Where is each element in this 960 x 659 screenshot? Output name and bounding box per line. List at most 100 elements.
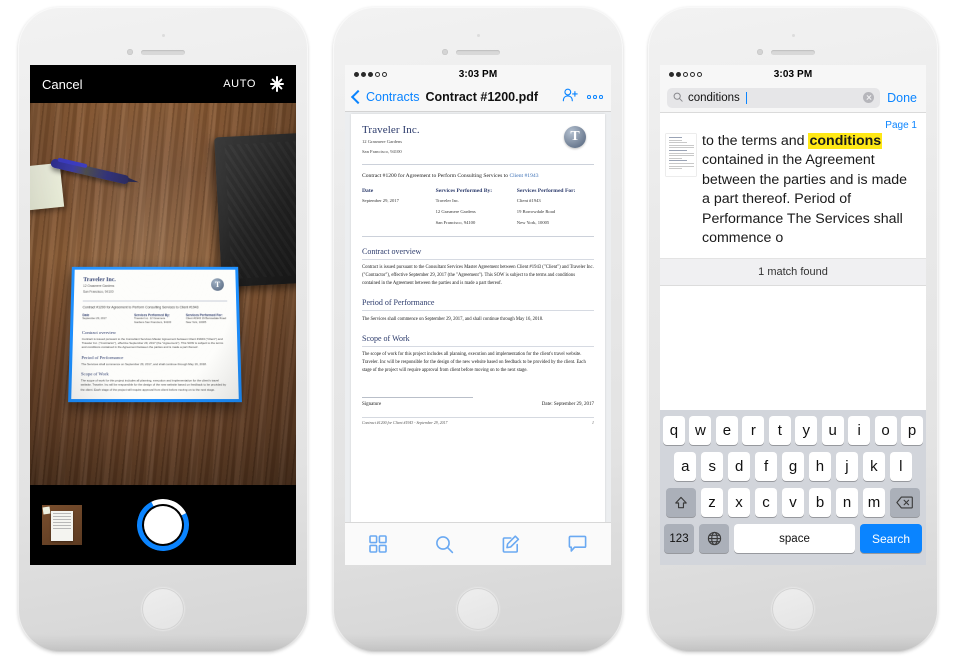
camera-capture-view: Cancel AUTO T (30, 65, 296, 565)
key-k[interactable]: k (862, 452, 886, 481)
search-icon[interactable] (432, 533, 458, 555)
home-button[interactable] (772, 588, 814, 630)
back-button-label: Contracts (366, 90, 420, 104)
key-z[interactable]: z (700, 488, 724, 517)
frame-gloss (648, 634, 938, 652)
preview-line (668, 157, 683, 159)
key-g[interactable]: g (781, 452, 805, 481)
search-submit-key[interactable]: Search (860, 524, 922, 553)
shutter-button[interactable] (130, 492, 196, 558)
doc-lead-prefix: Contract #1200 for Agreement to Perform … (362, 172, 510, 179)
key-b[interactable]: b (808, 488, 832, 517)
space-key[interactable]: space (734, 524, 855, 553)
proximity-sensor (791, 34, 795, 37)
thumbnail-line (53, 522, 71, 523)
preview-line (668, 139, 683, 141)
key-j[interactable]: j (835, 452, 859, 481)
doc-para-overview: Contract is issued pursuant to the Consu… (362, 265, 594, 287)
doc-col-head: Date (362, 188, 374, 195)
doc-address-2: San Francisco, 94100 (362, 148, 402, 154)
doc-col-performed-by: Services Performed By: Traveler Inc. 12 … (436, 188, 513, 226)
doc-signature-row: Signature Date: September 29, 2017 (362, 402, 594, 407)
camera-top-bar: Cancel AUTO (30, 65, 296, 103)
search-input[interactable]: conditions (667, 87, 881, 108)
snippet-after: contained in the Agreement between the p… (702, 152, 908, 247)
result-body: Page 1 to the terms and conditions conta… (702, 120, 917, 249)
key-a[interactable]: a (674, 452, 697, 481)
key-x[interactable]: x (727, 488, 751, 517)
home-button[interactable] (142, 588, 184, 630)
doc-heading-scope: Scope of Work (362, 333, 410, 343)
viewer-toolbar (345, 522, 611, 565)
thumbnails-grid-icon[interactable] (365, 533, 391, 555)
preview-line (668, 144, 694, 146)
done-button[interactable]: Done (887, 91, 919, 105)
viewer-screen: 3:03 PM Contracts Contract #1200.pdf T T… (345, 65, 611, 565)
globe-keyboard-icon[interactable] (699, 524, 729, 553)
key-y[interactable]: y (795, 416, 818, 445)
more-dot (599, 95, 603, 99)
key-v[interactable]: v (781, 488, 805, 517)
key-n[interactable]: n (835, 488, 859, 517)
status-bar-clock: 3:03 PM (773, 68, 813, 80)
frame-gloss (18, 634, 308, 652)
front-camera (127, 49, 133, 55)
search-screen: 3:03 PM conditions Done Page 1 to the te… (660, 65, 926, 565)
document-scroll-area[interactable]: Traveler Inc. 12 Grasmere Gardens San Fr… (345, 112, 611, 523)
doc-lead-link[interactable]: Client #1943 (509, 173, 538, 179)
key-f[interactable]: f (754, 452, 778, 481)
flash-icon[interactable] (270, 76, 284, 92)
thumbnail-line (53, 519, 71, 520)
preview-line (668, 152, 694, 154)
annotate-icon[interactable] (498, 533, 524, 555)
cancel-button[interactable]: Cancel (42, 77, 82, 92)
flash-mode-label[interactable]: AUTO (223, 78, 256, 90)
doc-col-line: 19 Borrowdale Road (516, 209, 556, 215)
key-m[interactable]: m (862, 488, 886, 517)
key-e[interactable]: e (715, 416, 738, 445)
camera-live-preview: Traveler Inc. 12 Grasmere Gardens San Fr… (30, 103, 296, 485)
keyboard-row-1: q w e r t y u i o p (662, 416, 924, 445)
numbers-key[interactable]: 123 (664, 524, 694, 553)
phone-search: 3:03 PM conditions Done Page 1 to the te… (648, 7, 938, 652)
result-page-preview (666, 134, 696, 176)
key-c[interactable]: c (754, 488, 778, 517)
key-u[interactable]: u (821, 416, 844, 445)
key-w[interactable]: w (689, 416, 712, 445)
doc-party-columns: Date September 29, 2017 Services Perform… (362, 188, 594, 226)
key-i[interactable]: i (848, 416, 871, 445)
key-t[interactable]: t (768, 416, 791, 445)
preview-line (668, 147, 694, 149)
shift-icon[interactable] (666, 488, 697, 517)
earpiece-speaker (771, 50, 815, 55)
doc-address-1: 12 Grasmere Gardens (362, 139, 403, 144)
more-options-icon[interactable] (587, 95, 603, 99)
key-r[interactable]: r (742, 416, 765, 445)
doc-heading-period: Period of Performance (362, 298, 435, 308)
add-person-icon[interactable] (562, 88, 578, 107)
signature-line (362, 397, 474, 398)
search-bar: conditions Done (660, 83, 926, 113)
comment-icon[interactable] (565, 533, 591, 555)
doc-footer-left: Contract #1200 for Client #1943 - Septem… (362, 421, 448, 425)
key-p[interactable]: p (901, 416, 924, 445)
delete-backspace-icon[interactable] (889, 488, 920, 517)
home-button[interactable] (457, 588, 499, 630)
key-d[interactable]: d (727, 452, 751, 481)
mockup-stage: Cancel AUTO T 3:03 PM Contracts Contract… (0, 0, 960, 659)
phone-pdf-viewer: 3:03 PM Contracts Contract #1200.pdf T T… (333, 7, 623, 652)
key-h[interactable]: h (808, 452, 832, 481)
camera-top-right: AUTO (223, 76, 284, 92)
last-capture-thumbnail[interactable] (42, 505, 82, 545)
back-button[interactable]: Contracts (350, 89, 420, 105)
key-l[interactable]: l (889, 452, 912, 481)
key-q[interactable]: q (662, 416, 685, 445)
key-s[interactable]: s (700, 452, 724, 481)
clear-icon[interactable] (863, 92, 875, 103)
search-result-item[interactable]: Page 1 to the terms and conditions conta… (660, 113, 926, 259)
key-o[interactable]: o (874, 416, 897, 445)
more-dot (587, 95, 591, 99)
doc-para-scope: The scope of work for this project inclu… (362, 352, 586, 374)
doc-col-line: September 29, 2017 (362, 198, 399, 204)
doc-col-line: 12 Grasmere Gardens (435, 209, 476, 215)
